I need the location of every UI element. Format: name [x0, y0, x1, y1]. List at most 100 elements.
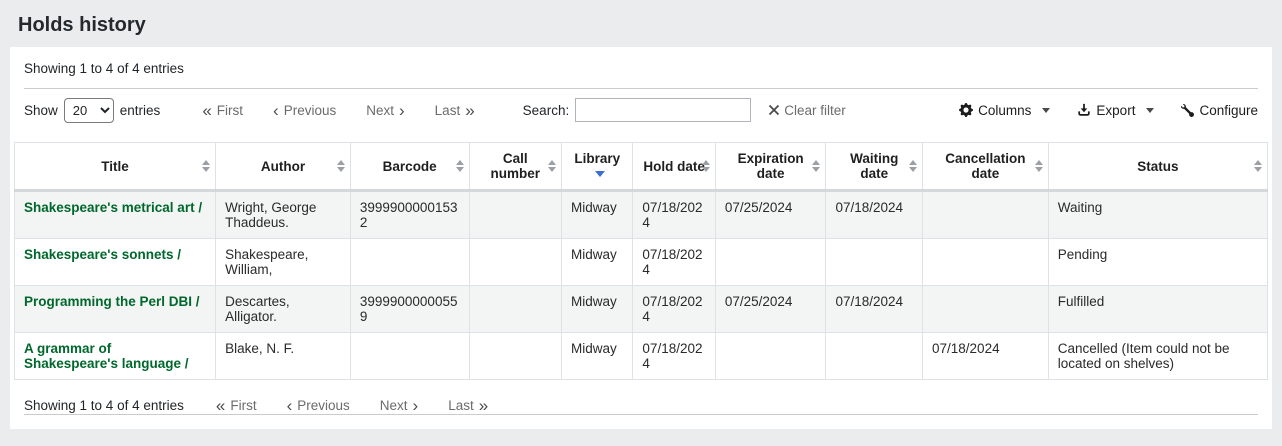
column-header-label: Library — [574, 151, 620, 166]
cell-library: Midway — [562, 239, 633, 286]
page-title: Holds history — [0, 0, 1282, 47]
sort-arrows-icon — [337, 160, 345, 172]
entries-label: entries — [120, 103, 161, 118]
table-toolbar: Columns Export Configure — [959, 103, 1258, 118]
cell-call-number — [469, 286, 562, 333]
table-row: A grammar of Shakespeare's language / Bla… — [15, 333, 1268, 380]
pagination-next-button[interactable]: Next › — [380, 397, 418, 414]
column-header-title[interactable]: Title — [15, 143, 216, 191]
cell-title: Shakespeare's sonnets / — [15, 239, 216, 286]
download-icon — [1077, 103, 1091, 117]
clear-filter-button[interactable]: Clear filter — [768, 103, 846, 118]
column-header-library[interactable]: Library — [562, 143, 633, 191]
pagination-last-button[interactable]: Last » — [435, 102, 475, 119]
show-label: Show — [24, 103, 58, 118]
column-header-label: Title — [101, 159, 129, 174]
table-row: Shakespeare's metrical art / Wright, Geor… — [15, 191, 1268, 239]
hold-title-link[interactable]: Shakespeare's metrical art / — [24, 200, 202, 215]
pagination-first-button[interactable]: «First — [216, 397, 257, 414]
column-header-hold-date[interactable]: Hold date — [633, 143, 715, 191]
cell-barcode: 39999000000559 — [350, 286, 469, 333]
column-header-label: Call number — [491, 151, 541, 181]
column-header-label: Barcode — [383, 159, 437, 174]
cell-expiration-date: 07/25/2024 — [715, 286, 826, 333]
columns-button-label: Columns — [978, 103, 1031, 118]
column-header-cancellation-date[interactable]: Cancellation date — [923, 143, 1049, 191]
cell-cancellation-date: 07/18/2024 — [923, 333, 1049, 380]
column-header-label: Cancellation date — [945, 151, 1025, 181]
caret-down-icon — [1146, 108, 1154, 113]
chevron-right-icon: › — [413, 397, 419, 414]
columns-button[interactable]: Columns — [959, 103, 1050, 118]
table-footer-bar: Showing 1 to 4 of 4 entries «First ‹ Previ… — [14, 397, 1268, 414]
sort-desc-caret-icon — [595, 171, 605, 177]
wrench-icon — [1181, 104, 1194, 117]
cell-call-number — [469, 333, 562, 380]
cell-author: Descartes, Alligator. — [216, 286, 351, 333]
sort-arrows-icon — [1254, 160, 1262, 172]
holds-history-table: Title Author Barcode Call number Library Hold… — [14, 142, 1268, 380]
search-group: Search: — [523, 98, 752, 122]
pagination-previous-button[interactable]: ‹ Previous — [287, 397, 350, 414]
hold-title-link[interactable]: Programming the Perl DBI / — [24, 294, 200, 309]
cell-library: Midway — [562, 333, 633, 380]
hold-title-link[interactable]: Shakespeare's sonnets / — [24, 247, 181, 262]
cell-hold-date: 07/18/2024 — [633, 191, 715, 239]
sort-arrows-icon — [1035, 160, 1043, 172]
column-header-label: Author — [261, 159, 305, 174]
sort-arrows-icon — [202, 160, 210, 172]
cell-title: Shakespeare's metrical art / — [15, 191, 216, 239]
pagination-next-button[interactable]: Next › — [366, 102, 404, 119]
search-input[interactable] — [575, 98, 751, 122]
pagination-first-button[interactable]: «First — [202, 102, 243, 119]
sort-arrows-icon — [548, 160, 556, 172]
clear-filter-label: Clear filter — [784, 103, 846, 118]
table-info-bottom: Showing 1 to 4 of 4 entries — [24, 398, 184, 413]
column-header-status[interactable]: Status — [1048, 143, 1267, 191]
pagination-first-label: First — [217, 103, 243, 118]
pagination-previous-label: Previous — [284, 103, 337, 118]
pagination-next-label: Next — [366, 103, 394, 118]
export-button-label: Export — [1096, 103, 1135, 118]
column-header-label: Status — [1137, 159, 1178, 174]
pagination-last-button[interactable]: Last» — [448, 397, 488, 414]
table-row: Programming the Perl DBI / Descartes, All… — [15, 286, 1268, 333]
column-header-author[interactable]: Author — [216, 143, 351, 191]
column-header-barcode[interactable]: Barcode — [350, 143, 469, 191]
cell-barcode — [350, 239, 469, 286]
cell-title: A grammar of Shakespeare's language / — [15, 333, 216, 380]
cell-status: Cancelled (Item could not be located on … — [1048, 333, 1267, 380]
sort-arrows-icon — [702, 160, 710, 172]
pagination-previous-button[interactable]: ‹Previous — [273, 102, 336, 119]
cell-call-number — [469, 239, 562, 286]
pagination-first-label: First — [230, 398, 256, 413]
pagination-next-label: Next — [380, 398, 408, 413]
column-header-expiration-date[interactable]: Expiration date — [715, 143, 826, 191]
cell-author: Wright, George Thaddeus. — [216, 191, 351, 239]
cell-barcode — [350, 333, 469, 380]
table-controls-bar: Show 20 entries «First ‹Previous Next › Last… — [14, 89, 1268, 130]
cell-cancellation-date — [923, 286, 1049, 333]
page-length-control: Show 20 entries — [24, 98, 160, 123]
configure-button[interactable]: Configure — [1181, 103, 1258, 118]
cell-waiting-date — [826, 333, 923, 380]
sort-arrows-icon — [812, 160, 820, 172]
pagination-previous-label: Previous — [297, 398, 350, 413]
double-chevron-right-icon: » — [465, 102, 474, 119]
cell-barcode: 39999000001532 — [350, 191, 469, 239]
column-header-call-number[interactable]: Call number — [469, 143, 562, 191]
cell-expiration-date: 07/25/2024 — [715, 191, 826, 239]
chevron-right-icon: › — [399, 102, 405, 119]
cell-author: Shakespeare, William, — [216, 239, 351, 286]
export-button[interactable]: Export — [1077, 103, 1154, 118]
sort-arrows-icon — [909, 160, 917, 172]
cell-author: Blake, N. F. — [216, 333, 351, 380]
cell-status: Waiting — [1048, 191, 1267, 239]
chevron-left-icon: ‹ — [287, 397, 293, 414]
hold-title-link[interactable]: A grammar of Shakespeare's language / — [24, 341, 189, 371]
cell-library: Midway — [562, 191, 633, 239]
x-icon — [768, 104, 780, 116]
column-header-waiting-date[interactable]: Waiting date — [826, 143, 923, 191]
page-length-select[interactable]: 20 — [64, 98, 114, 123]
pagination-last-label: Last — [435, 103, 461, 118]
